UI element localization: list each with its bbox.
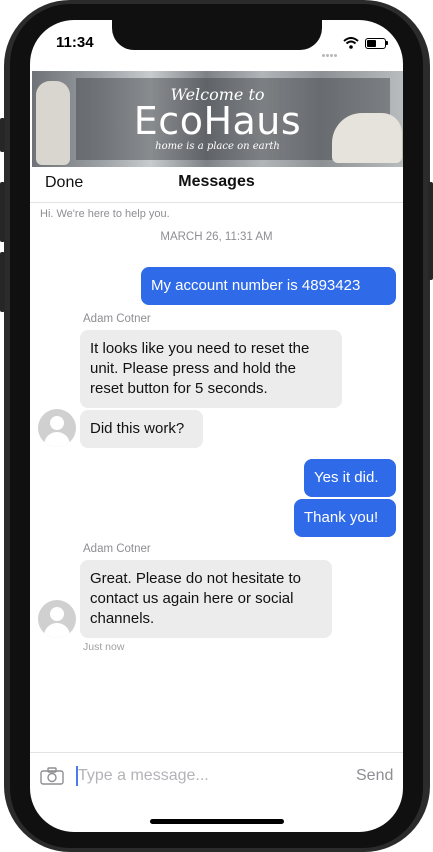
message-timestamp: Just now xyxy=(83,641,125,653)
battery-tip xyxy=(386,41,388,45)
page-title: Messages xyxy=(178,173,255,190)
message-bubble-outgoing: Yes it did. xyxy=(304,459,396,497)
power-button xyxy=(428,182,433,280)
notch xyxy=(112,20,322,50)
agent-avatar xyxy=(38,600,76,638)
camera-icon[interactable] xyxy=(40,767,64,785)
message-bubble-outgoing: My account number is 4893423 xyxy=(141,267,396,305)
send-button[interactable]: Send xyxy=(356,767,393,785)
brand-logo-text: EcoHaus xyxy=(133,99,302,143)
date-stamp: MARCH 26, 11:31 AM xyxy=(160,231,273,243)
sender-name: Adam Cotner xyxy=(83,313,151,325)
status-time: 11:34 xyxy=(56,34,94,51)
header-banner: Welcome to EcoHaus home is a place on ea… xyxy=(32,71,403,167)
nav-bar: Done Messages xyxy=(30,168,403,203)
phone-device: 11:34 Welcome to EcoHaus home is a place… xyxy=(0,0,433,852)
volume-down-button xyxy=(0,252,5,312)
cellular-signal-icon xyxy=(322,44,338,62)
message-bubble-incoming: Great. Please do not hesitate to contact… xyxy=(80,560,332,638)
volume-up-button xyxy=(0,182,5,242)
battery-icon xyxy=(365,38,386,49)
message-bubble-incoming: Did this work? xyxy=(80,410,203,448)
banner-tagline: home is a place on earth xyxy=(155,141,280,152)
wifi-icon xyxy=(343,37,359,49)
message-bubble-incoming: It looks like you need to reset the unit… xyxy=(80,330,342,408)
home-indicator xyxy=(150,819,284,824)
message-bubble-outgoing: Thank you! xyxy=(294,499,396,537)
sender-name: Adam Cotner xyxy=(83,543,151,555)
greeting-text: Hi. We're here to help you. xyxy=(40,208,170,220)
screen: 11:34 Welcome to EcoHaus home is a place… xyxy=(30,20,403,832)
agent-avatar xyxy=(38,409,76,447)
mute-switch xyxy=(0,118,5,152)
message-input[interactable] xyxy=(78,763,308,789)
message-composer: Send xyxy=(30,752,403,799)
